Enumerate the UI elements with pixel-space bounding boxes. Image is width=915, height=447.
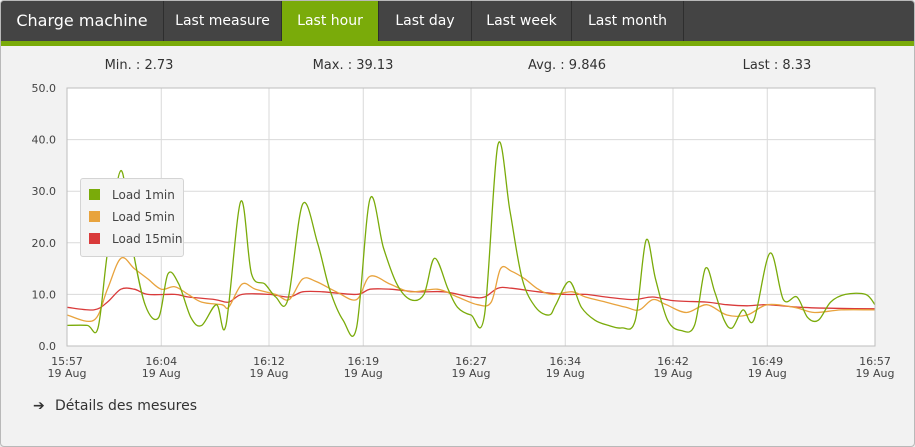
details-link[interactable]: ➔ Détails des mesures: [33, 398, 197, 414]
legend-label-load-15min: Load 15min: [112, 232, 183, 246]
x-tick-date: 19 Aug: [48, 367, 87, 380]
y-tick-label: 30.0: [32, 185, 57, 198]
y-tick-label: 0.0: [39, 340, 57, 353]
y-tick-label: 40.0: [32, 134, 57, 147]
x-tick-date: 19 Aug: [654, 367, 693, 380]
legend-swatch-load-15min: [89, 233, 100, 244]
y-tick-label: 50.0: [32, 82, 57, 95]
details-link-label: Détails des mesures: [55, 398, 198, 414]
y-tick-label: 20.0: [32, 237, 57, 250]
legend-swatch-load-5min: [89, 211, 100, 222]
x-tick-date: 19 Aug: [344, 367, 383, 380]
x-tick-date: 19 Aug: [142, 367, 181, 380]
x-tick-date: 19 Aug: [748, 367, 787, 380]
x-tick-date: 19 Aug: [250, 367, 289, 380]
chart-legend: Load 1min Load 5min Load 15min: [80, 178, 184, 257]
legend-item-load-15min[interactable]: Load 15min: [89, 232, 183, 248]
x-axis: 15:5719 Aug16:0419 Aug16:1219 Aug16:1919…: [48, 355, 895, 380]
x-tick-date: 19 Aug: [452, 367, 491, 380]
legend-item-load-5min[interactable]: Load 5min: [89, 210, 175, 226]
legend-item-load-1min[interactable]: Load 1min: [89, 188, 175, 204]
legend-label-load-5min: Load 5min: [112, 210, 175, 224]
legend-label-load-1min: Load 1min: [112, 188, 175, 202]
x-tick-date: 19 Aug: [856, 367, 895, 380]
y-tick-label: 10.0: [32, 288, 57, 301]
widget-frame: Charge machine Last measure Last hour La…: [0, 0, 915, 447]
x-tick-date: 19 Aug: [546, 367, 585, 380]
arrow-right-icon: ➔: [33, 398, 45, 414]
y-axis: 0.0 10.0 20.0 30.0 40.0 50.0: [32, 82, 57, 353]
legend-swatch-load-1min: [89, 189, 100, 200]
